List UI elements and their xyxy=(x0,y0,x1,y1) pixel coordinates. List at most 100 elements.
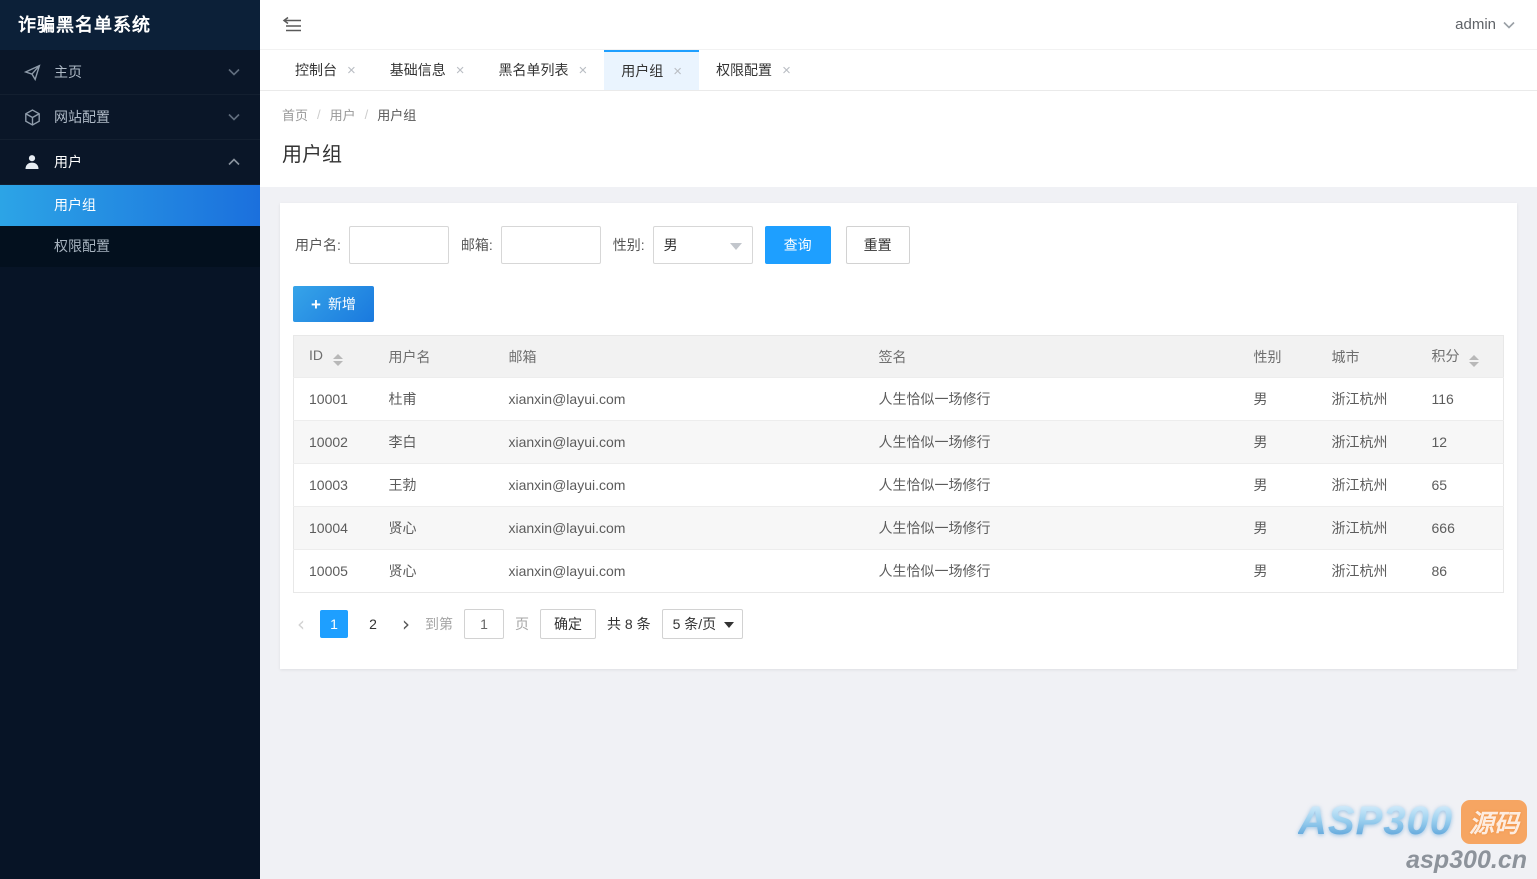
column-label: 城市 xyxy=(1332,349,1360,365)
app-title: 诈骗黑名单系统 xyxy=(0,0,260,50)
table-cell: 10002 xyxy=(294,421,374,464)
page-size-select[interactable]: 5 条/页 xyxy=(662,609,744,639)
close-icon[interactable]: × xyxy=(456,63,465,78)
tab-label: 基础信息 xyxy=(390,60,446,80)
username-label: 用户名: xyxy=(295,235,341,255)
tab-label: 用户组 xyxy=(621,61,663,81)
table-cell: 人生恰似一场修行 xyxy=(864,507,1239,550)
table-row: 10005贤心xianxin@layui.com人生恰似一场修行男浙江杭州86 xyxy=(294,550,1504,593)
dropdown-arrow-icon xyxy=(724,622,734,628)
table-cell: xianxin@layui.com xyxy=(494,464,864,507)
tab-bar: 控制台 × 基础信息 × 黑名单列表 × 用户组 × 权限配置 × xyxy=(260,50,1537,91)
sidebar-item-permission[interactable]: 权限配置 xyxy=(0,226,260,267)
next-page-icon[interactable]: › xyxy=(398,614,414,634)
table-cell: 李白 xyxy=(374,421,494,464)
tab-permission[interactable]: 权限配置 × xyxy=(699,50,808,90)
tab-label: 控制台 xyxy=(295,60,337,80)
column-label: 性别 xyxy=(1254,349,1282,365)
tab-basic-info[interactable]: 基础信息 × xyxy=(373,50,482,90)
confirm-button[interactable]: 确定 xyxy=(540,609,596,639)
page-title: 用户组 xyxy=(282,138,1515,167)
search-form: 用户名: 邮箱: 性别: 男 查询 重置 xyxy=(293,226,1504,264)
table-cell: 浙江杭州 xyxy=(1317,507,1417,550)
sidebar-submenu: 用户组 权限配置 xyxy=(0,185,260,267)
chevron-down-icon xyxy=(1503,21,1515,29)
breadcrumb-separator: / xyxy=(317,107,321,122)
table-cell: 贤心 xyxy=(374,550,494,593)
tab-label: 权限配置 xyxy=(716,60,772,80)
column-header-signature: 签名 xyxy=(864,336,1239,378)
sort-icon[interactable] xyxy=(333,354,343,366)
email-label: 邮箱: xyxy=(461,235,493,255)
jump-suffix-label: 页 xyxy=(515,614,529,634)
table-cell: 人生恰似一场修行 xyxy=(864,464,1239,507)
breadcrumb-separator: / xyxy=(365,107,369,122)
content: 用户名: 邮箱: 性别: 男 查询 重置 + 新增 xyxy=(260,187,1537,879)
table-cell: 男 xyxy=(1239,507,1317,550)
column-label: 签名 xyxy=(879,349,907,365)
page-size-value: 5 条/页 xyxy=(673,614,717,634)
close-icon[interactable]: × xyxy=(782,63,791,78)
table-cell: 浙江杭州 xyxy=(1317,550,1417,593)
jump-page-input[interactable] xyxy=(464,609,504,639)
sidebar-item-label: 用户 xyxy=(54,152,228,172)
page-button-2[interactable]: 2 xyxy=(359,610,387,638)
sidebar-item-user-group[interactable]: 用户组 xyxy=(0,185,260,226)
table-cell: 浙江杭州 xyxy=(1317,464,1417,507)
sidebar-item-home[interactable]: 主页 xyxy=(0,50,260,95)
chevron-down-icon xyxy=(228,68,240,76)
reset-button[interactable]: 重置 xyxy=(846,226,910,264)
table-cell: 65 xyxy=(1417,464,1504,507)
user-group-card: 用户名: 邮箱: 性别: 男 查询 重置 + 新增 xyxy=(280,203,1517,669)
table-cell: 王勃 xyxy=(374,464,494,507)
table-cell: 男 xyxy=(1239,378,1317,421)
breadcrumb-home[interactable]: 首页 xyxy=(282,105,308,124)
sidebar-item-label: 主页 xyxy=(54,62,228,82)
column-label: 用户名 xyxy=(389,349,431,365)
table-row: 10004贤心xianxin@layui.com人生恰似一场修行男浙江杭州666 xyxy=(294,507,1504,550)
column-header-score[interactable]: 积分 xyxy=(1417,336,1504,378)
gender-label: 性别: xyxy=(613,235,645,255)
table-cell: 10005 xyxy=(294,550,374,593)
tab-blacklist[interactable]: 黑名单列表 × xyxy=(482,50,605,90)
sidebar-filler xyxy=(0,267,260,879)
gender-select[interactable]: 男 xyxy=(653,226,753,264)
table-cell: 浙江杭州 xyxy=(1317,421,1417,464)
table-cell: 10001 xyxy=(294,378,374,421)
table-cell: 10003 xyxy=(294,464,374,507)
column-header-gender: 性别 xyxy=(1239,336,1317,378)
tab-console[interactable]: 控制台 × xyxy=(278,50,373,90)
sort-icon[interactable] xyxy=(1469,355,1479,367)
table-cell: 12 xyxy=(1417,421,1504,464)
chevron-up-icon xyxy=(228,158,240,166)
table-cell: 人生恰似一场修行 xyxy=(864,550,1239,593)
page-head: 首页 / 用户 / 用户组 用户组 xyxy=(260,91,1537,187)
top-header: admin xyxy=(260,0,1537,50)
add-button[interactable]: + 新增 xyxy=(293,286,374,322)
prev-page-icon[interactable]: ‹ xyxy=(293,614,309,634)
column-header-email: 邮箱 xyxy=(494,336,864,378)
cube-icon xyxy=(22,107,42,127)
close-icon[interactable]: × xyxy=(579,63,588,78)
tab-user-group[interactable]: 用户组 × xyxy=(604,50,699,90)
table-cell: 浙江杭州 xyxy=(1317,378,1417,421)
user-menu[interactable]: admin xyxy=(1455,16,1515,33)
column-label: ID xyxy=(309,347,323,363)
close-icon[interactable]: × xyxy=(673,64,682,79)
main-area: admin 控制台 × 基础信息 × 黑名单列表 × 用户组 × 权限配置 × … xyxy=(260,0,1537,879)
table-row: 10003王勃xianxin@layui.com人生恰似一场修行男浙江杭州65 xyxy=(294,464,1504,507)
table-cell: 116 xyxy=(1417,378,1504,421)
username-input[interactable] xyxy=(349,226,449,264)
table-cell: 杜甫 xyxy=(374,378,494,421)
sidebar-item-site-config[interactable]: 网站配置 xyxy=(0,95,260,140)
search-button[interactable]: 查询 xyxy=(765,226,831,264)
close-icon[interactable]: × xyxy=(347,63,356,78)
sidebar-item-user[interactable]: 用户 xyxy=(0,140,260,185)
dropdown-arrow-icon xyxy=(730,243,742,250)
collapse-menu-icon[interactable] xyxy=(282,16,303,33)
table-cell: 人生恰似一场修行 xyxy=(864,421,1239,464)
breadcrumb-user[interactable]: 用户 xyxy=(330,105,356,124)
page-button-1[interactable]: 1 xyxy=(320,610,348,638)
column-header-id[interactable]: ID xyxy=(294,336,374,378)
email-input[interactable] xyxy=(501,226,601,264)
